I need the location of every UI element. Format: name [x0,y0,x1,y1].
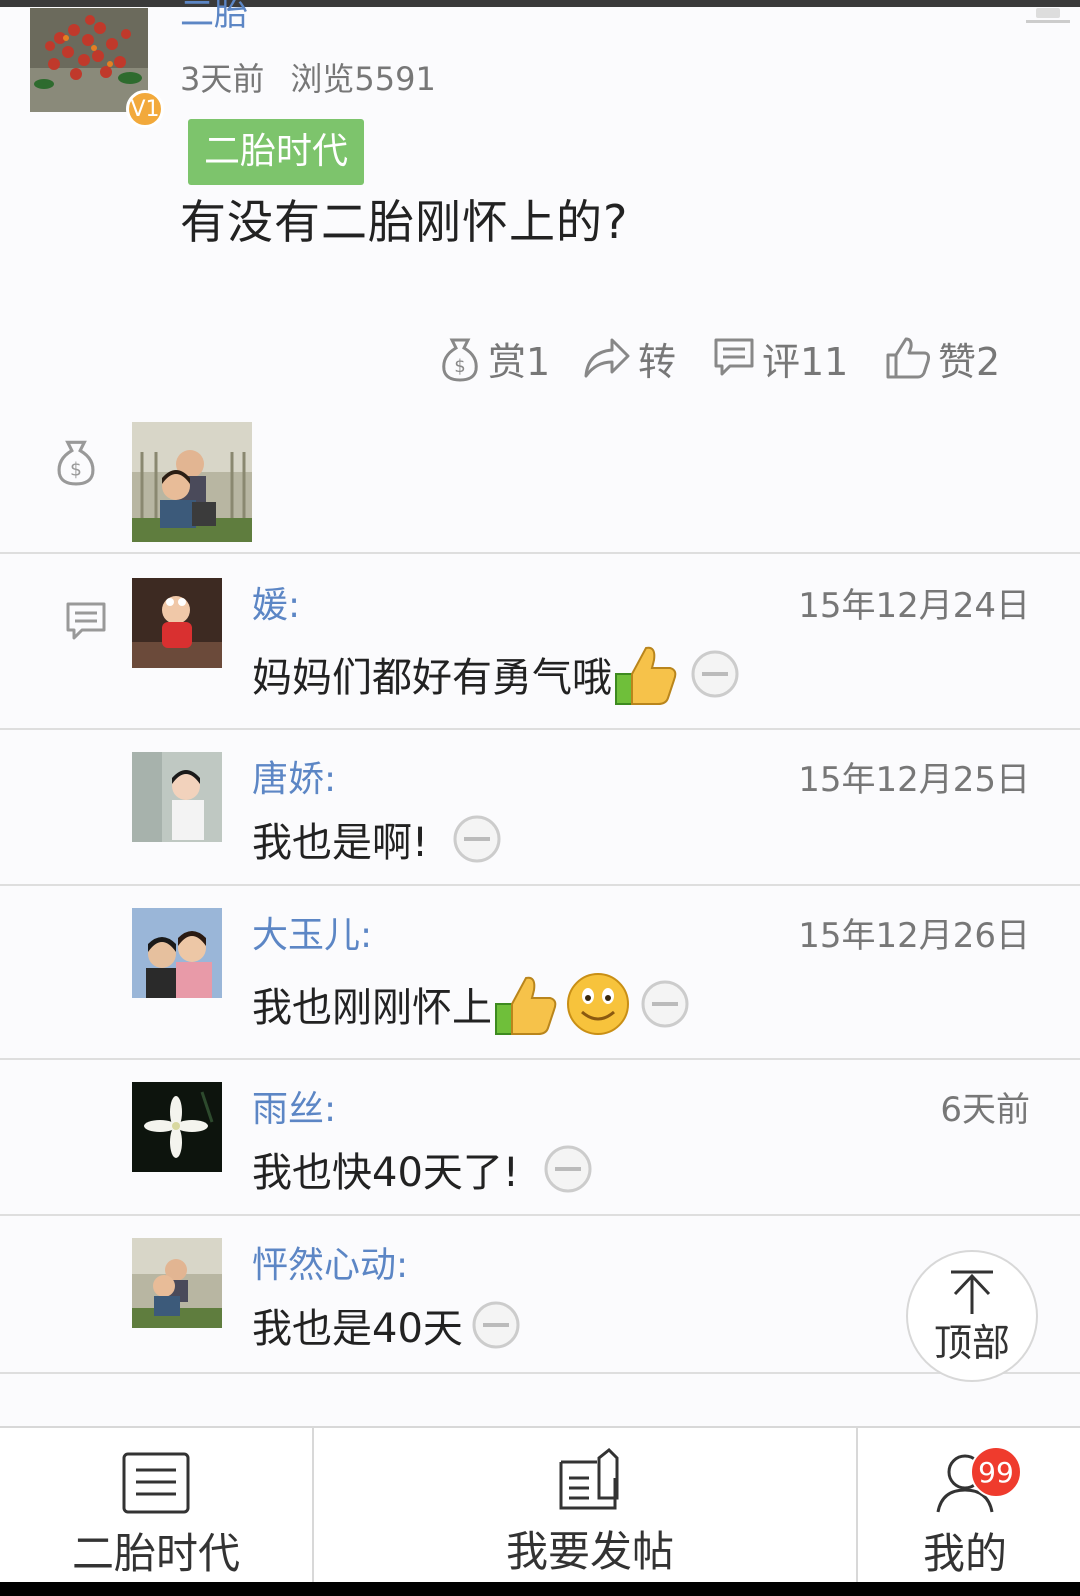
like-button[interactable]: 赞2 [884,330,1000,386]
back-to-top-button[interactable]: 顶部 [906,1250,1038,1382]
status-strip [0,0,1080,7]
forward-button[interactable]: 转 [582,330,676,386]
commenter-name[interactable]: 唐娇: [252,750,336,802]
commenter-name[interactable]: 媛: [252,576,300,628]
remove-icon[interactable] [452,814,502,864]
thumbs-up-emoji-icon [494,970,560,1038]
comment-text-row: 我也是啊! [252,810,502,868]
nav-label: 我的 [922,1529,1007,1578]
nav-label: 二胎时代 [71,1529,240,1578]
comment-text: 我也快40天了! [252,1150,519,1196]
comment-date: 15年12月25日 [798,760,1030,800]
commenter-avatar[interactable] [132,908,222,998]
post-views: 浏览5591 [290,60,436,98]
money-bag-icon: $ [442,338,478,382]
comment-date: 15年12月26日 [798,916,1030,956]
post-title: 有没有二胎刚怀上的? [180,195,629,249]
rewarder-avatar[interactable] [132,422,252,542]
nav-label: 我要发帖 [505,1527,674,1576]
poster-name[interactable]: 二胎 [180,0,248,35]
nav-tab-compose[interactable]: 我要发帖 [470,1428,710,1584]
comment-text-row: 我也是40天 [252,1296,521,1354]
divider [0,1372,1080,1374]
remove-icon[interactable] [640,979,690,1029]
nav-tab-home[interactable]: 二胎时代 [56,1428,256,1584]
divider [0,552,1080,554]
nav-separator [312,1428,314,1584]
commenter-avatar[interactable] [132,752,222,842]
comment-button[interactable]: 评11 [712,330,848,386]
comment-label: 评11 [762,339,849,384]
commenter-avatar[interactable] [132,1082,222,1172]
divider [0,884,1080,886]
commenter-name[interactable]: 雨丝: [252,1080,336,1132]
list-icon [122,1452,190,1514]
topic-tag[interactable]: 二胎时代 [188,119,365,185]
comment-icon [714,338,754,376]
remove-icon[interactable] [471,1300,521,1350]
remove-icon[interactable] [543,1144,593,1194]
comments-section-icon [64,600,108,648]
bottom-nav: 二胎时代 我要发帖 我的 99 [0,1426,1080,1584]
divider [0,1058,1080,1060]
commenter-name[interactable]: 怦然心动: [252,1236,408,1288]
svg-text:$: $ [454,356,465,377]
nav-separator [856,1428,858,1584]
nav-tab-mine[interactable]: 我的 [890,1428,1040,1584]
back-to-top-label: 顶部 [933,1320,1010,1365]
svg-text:$: $ [70,460,82,481]
notification-badge: 99 [970,1446,1022,1498]
arrow-up-icon [951,1270,993,1314]
more-icon[interactable] [1022,6,1072,28]
post-time: 3天前 [180,60,265,98]
compose-icon [559,1448,619,1510]
divider [0,728,1080,730]
commenter-avatar[interactable] [132,1238,222,1328]
thumbs-up-icon [886,337,930,379]
comment-text: 我也是40天 [252,1306,463,1352]
system-nav-strip [0,1582,1080,1596]
reward-label: 赏1 [488,339,551,384]
comment-text-row: 我也刚刚怀上 [252,970,690,1038]
comment-date: 6天前 [940,1090,1030,1130]
post-meta: 3天前 浏览5591 [180,54,436,100]
commenter-avatar[interactable] [132,578,222,668]
verified-badge: V1 [126,90,164,128]
comment-text: 我也刚刚怀上 [252,985,492,1031]
like-label: 赞2 [938,339,1001,384]
money-bag-icon: $ [52,436,100,490]
thumbs-up-emoji-icon [614,640,680,708]
comment-text-row: 妈妈们都好有勇气哦 [252,640,740,708]
comment-text: 妈妈们都好有勇气哦 [252,655,612,701]
smile-emoji-icon [566,972,630,1036]
forward-label: 转 [638,339,677,384]
divider [0,1214,1080,1216]
share-arrow-icon [584,338,630,378]
comment-text-row: 我也快40天了! [252,1140,593,1198]
remove-icon[interactable] [690,649,740,699]
reward-button[interactable]: $ 赏1 [438,330,550,386]
comment-date: 15年12月24日 [798,586,1030,626]
commenter-name[interactable]: 大玉儿: [252,906,372,958]
comment-text: 我也是啊! [252,820,429,866]
